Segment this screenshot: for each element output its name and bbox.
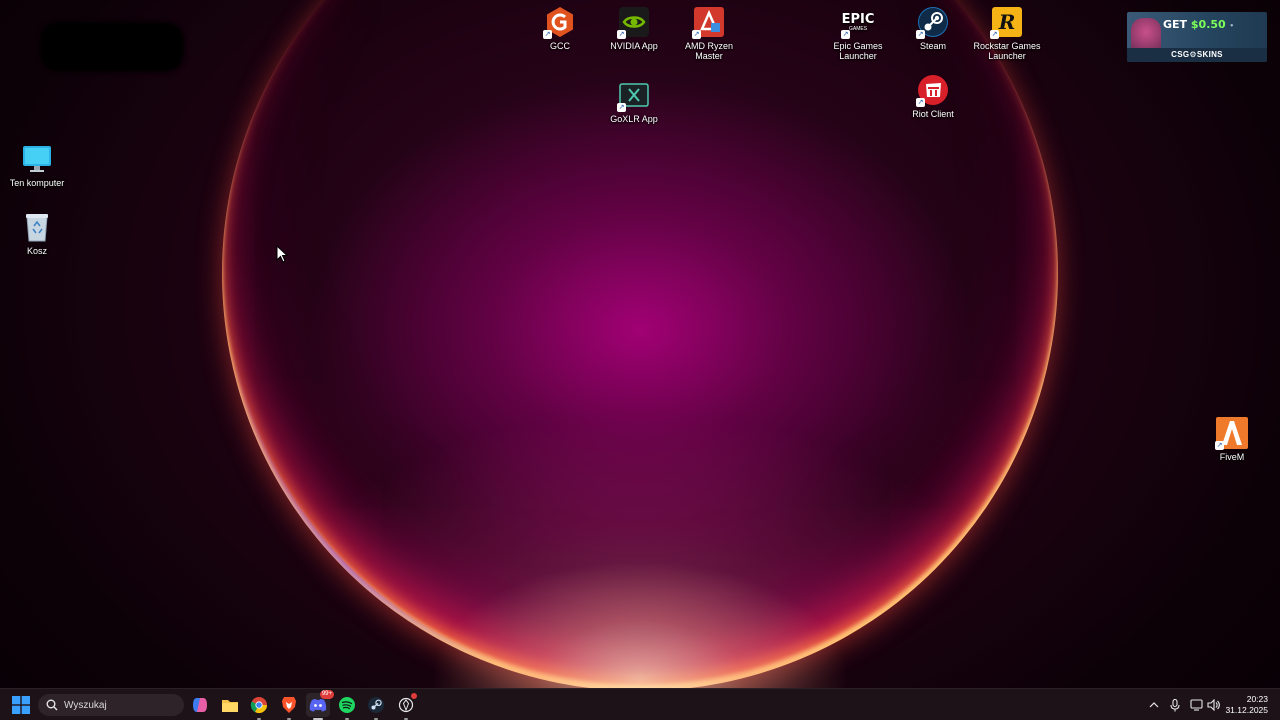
steam-icon <box>368 697 384 713</box>
file-explorer-icon <box>222 700 238 712</box>
ad-brand-label: CSG⚙SKINS <box>1127 48 1267 62</box>
desktop-icon-steam[interactable]: ↗ Steam <box>894 5 972 51</box>
search-icon <box>46 699 58 711</box>
notification-dot-icon <box>411 693 417 699</box>
desktop-icon-label: Kosz <box>26 246 47 256</box>
desktop-icon-label: Ten komputer <box>9 178 65 188</box>
chrome-icon <box>250 697 268 714</box>
desktop-icon-amd-ryzen-master[interactable]: ↗ AMD Ryzen Master <box>670 5 748 61</box>
taskbar-spotify[interactable] <box>335 693 359 720</box>
recycle-bin-icon <box>20 210 54 244</box>
spotify-icon <box>339 697 355 713</box>
ad-headline-text: GET <box>1163 18 1188 31</box>
desktop-icon-label: Epic Games Launcher <box>833 41 883 61</box>
desktop-icon-epic-games[interactable]: EPIC GAMES ↗ Epic Games Launcher <box>819 5 897 62</box>
search-placeholder: Wyszukaj <box>64 699 107 711</box>
network-icon[interactable] <box>1189 698 1203 712</box>
taskbar-copilot[interactable] <box>188 693 212 717</box>
desktop-icon-goxlr-app[interactable]: ↗ GoXLR App <box>595 78 673 124</box>
clock-time: 20:23 <box>1246 694 1268 704</box>
epic-logo-text: EPIC <box>841 11 875 27</box>
ad-headline: GET $0.50 • <box>1163 18 1235 31</box>
ad-price: $0.50 <box>1190 18 1226 31</box>
amd-ryzen-icon: ↗ <box>692 5 726 39</box>
desktop-icon-label: GCC <box>550 41 570 51</box>
goxlr-icon: ↗ <box>617 78 651 112</box>
desktop-icon-this-pc[interactable]: Ten komputer <box>0 142 76 188</box>
tray-overflow-chevron-icon[interactable] <box>1147 698 1161 712</box>
desktop-icon-rockstar-games[interactable]: R ↗ Rockstar Games Launcher <box>968 5 1046 61</box>
chatgpt-icon <box>398 697 414 713</box>
start-button[interactable] <box>9 693 33 717</box>
desktop-icon-riot-client[interactable]: ↗ Riot Client <box>894 73 972 119</box>
taskbar-chatgpt[interactable] <box>394 693 418 720</box>
discord-notification-badge: 99+ <box>319 690 334 699</box>
desktop[interactable]: ↗ GCC ↗ NVIDIA App ↗ AMD Ryzen Master EP… <box>0 0 1280 688</box>
taskbar-discord[interactable]: 99+ <box>306 690 334 720</box>
desktop-icon-label: GoXLR App <box>610 114 658 124</box>
microphone-icon[interactable] <box>1168 698 1182 712</box>
wallpaper-glow <box>430 560 850 688</box>
taskbar-clock[interactable]: 20:23 31.12.2025 <box>1218 694 1268 716</box>
desktop-icon-nvidia-app[interactable]: ↗ NVIDIA App <box>595 5 673 51</box>
windows-logo-icon <box>12 696 30 714</box>
this-pc-icon <box>20 142 54 176</box>
clock-date: 31.12.2025 <box>1225 705 1268 715</box>
desktop-icon-gcc[interactable]: ↗ GCC <box>521 5 599 51</box>
desktop-icon-label: AMD Ryzen Master <box>684 41 733 61</box>
taskbar: Wyszukaj 99+ 20:23 31.12.2025 <box>0 688 1280 720</box>
desktop-icon-recycle-bin[interactable]: Kosz <box>0 210 76 256</box>
taskbar-search-box[interactable]: Wyszukaj <box>38 694 184 716</box>
epic-logo-subtext: GAMES <box>848 25 868 32</box>
discord-icon <box>309 699 327 712</box>
taskbar-chrome[interactable] <box>247 693 271 720</box>
taskbar-steam[interactable] <box>364 693 388 720</box>
epic-games-icon: EPIC GAMES ↗ <box>841 11 875 39</box>
rockstar-icon: R ↗ <box>990 5 1024 39</box>
brave-icon <box>282 697 296 713</box>
desktop-icon-label: FiveM <box>1219 452 1245 462</box>
redacted-area <box>40 22 184 72</box>
fivem-icon: ↗ <box>1215 416 1249 450</box>
riot-client-icon: ↗ <box>916 73 950 107</box>
steam-icon: ↗ <box>916 5 950 39</box>
desktop-icon-label: NVIDIA App <box>610 41 658 51</box>
taskbar-brave[interactable] <box>277 693 301 720</box>
taskbar-file-explorer[interactable] <box>218 693 242 717</box>
copilot-icon <box>193 698 207 712</box>
gcc-icon: ↗ <box>543 5 577 39</box>
desktop-icon-fivem[interactable]: ↗ FiveM <box>1193 416 1271 462</box>
mouse-cursor-icon <box>276 245 288 263</box>
desktop-icon-label: Riot Client <box>912 109 954 119</box>
csgoskins-ad-banner[interactable]: GET $0.50 • CSG⚙SKINS <box>1127 12 1267 62</box>
nvidia-icon: ↗ <box>617 5 651 39</box>
rockstar-logo-text: R <box>998 10 1016 34</box>
desktop-icon-label: Steam <box>919 41 946 51</box>
desktop-icon-label: Rockstar Games Launcher <box>973 41 1041 61</box>
